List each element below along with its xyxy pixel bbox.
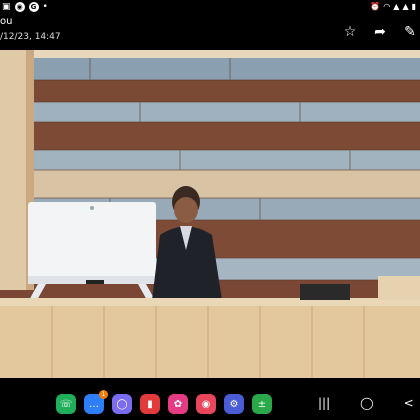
google-icon: G (28, 2, 39, 12)
messages-glyph: … (89, 398, 99, 410)
flower-app-icon[interactable]: ✿ (168, 394, 188, 414)
photo-scene (0, 50, 420, 378)
navigation-bar: ☏ … 1 ◯ ▮ ✿ ◉ ⚙ ± ||| ◯ < (0, 386, 420, 420)
star-icon[interactable]: ☆ (342, 24, 358, 40)
viewer-header: ou /12/23, 14:47 ☆ ➦ ✎ (0, 14, 420, 50)
notification-icon: ▣ (2, 2, 11, 12)
chat-app-icon[interactable]: ◯ (112, 394, 132, 414)
signal-icon: ▲ (402, 2, 409, 11)
recents-button[interactable]: ||| (318, 396, 330, 410)
wifi-icon: ◠ (383, 2, 391, 11)
edit-icon[interactable]: ✎ (402, 24, 418, 40)
sender-name: ou (0, 16, 13, 27)
photo-view[interactable] (0, 50, 420, 378)
camera-app-icon[interactable]: ◉ (196, 394, 216, 414)
phone-app-icon[interactable]: ☏ (56, 394, 76, 414)
messages-app-icon[interactable]: … 1 (84, 390, 108, 414)
battery-icon: ▮ (411, 2, 416, 11)
alarm-icon: ⏰ (370, 2, 381, 11)
notification-badge: 1 (99, 390, 108, 399)
signal-icon: ▲ (393, 2, 400, 11)
back-button[interactable]: < (404, 396, 414, 410)
calculator-app-icon[interactable]: ± (252, 394, 272, 414)
flip-app-icon[interactable]: ▮ (140, 394, 160, 414)
more-dots-icon: • (42, 2, 48, 12)
timestamp: /12/23, 14:47 (0, 32, 61, 42)
settings-app-icon[interactable]: ⚙ (224, 394, 244, 414)
share-icon[interactable]: ➦ (372, 24, 388, 40)
app-dock: ☏ … 1 ◯ ▮ ✿ ◉ ⚙ ± (56, 390, 272, 414)
messenger-icon: ◉ (14, 2, 25, 12)
home-button[interactable]: ◯ (360, 396, 373, 410)
